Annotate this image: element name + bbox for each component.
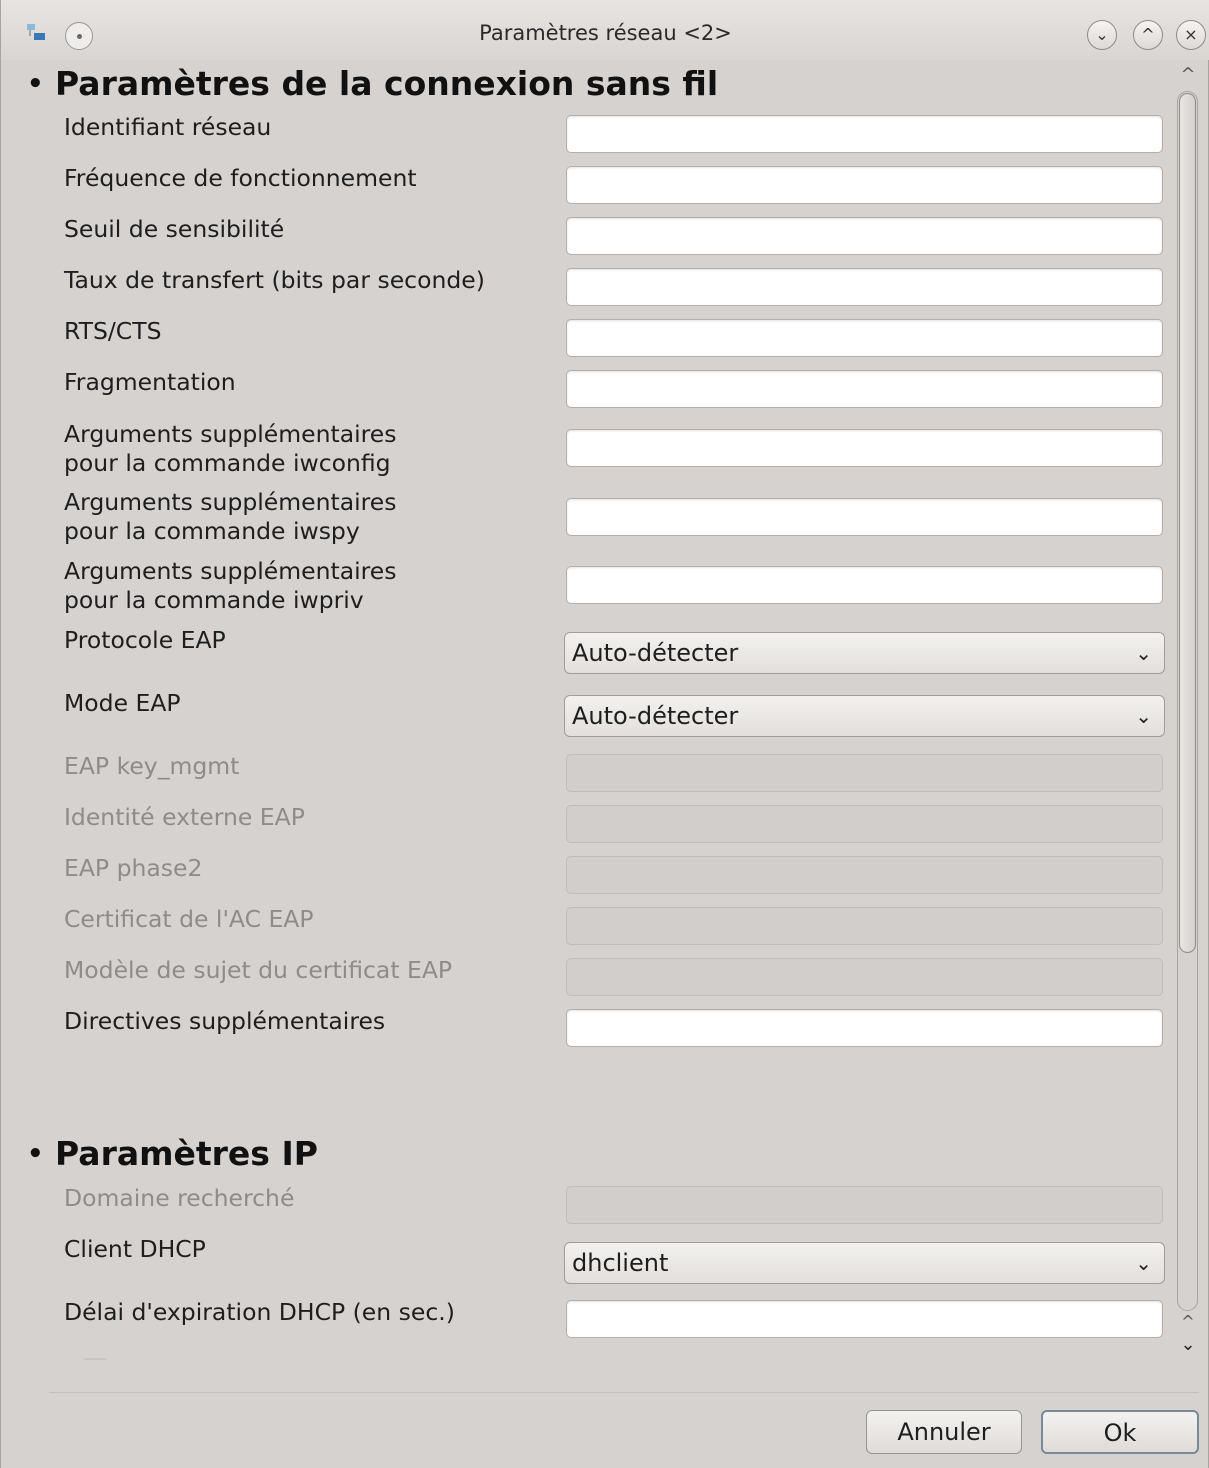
label-eap-key-mgmt: EAP key_mgmt xyxy=(64,752,240,780)
scroll-down-icon[interactable]: ⌄ xyxy=(1177,1334,1199,1356)
rts-cts-input[interactable] xyxy=(566,319,1163,357)
scroll-up-icon[interactable]: ^ xyxy=(1177,1312,1199,1332)
ok-button[interactable]: Ok xyxy=(1041,1410,1199,1454)
section-title-wireless: • Paramètres de la connexion sans fil xyxy=(27,64,718,103)
label-search-domain: Domaine recherché xyxy=(64,1184,295,1212)
network-id-input[interactable] xyxy=(566,115,1163,153)
iwconfig-args-input[interactable] xyxy=(566,429,1163,467)
label-dhcp-timeout: Délai d'expiration DHCP (en sec.) xyxy=(64,1298,455,1326)
label-eap-phase2: EAP phase2 xyxy=(64,854,203,882)
extra-directives-input[interactable] xyxy=(566,1009,1163,1047)
iwspy-args-input[interactable] xyxy=(566,498,1163,536)
bullet-icon: • xyxy=(27,1139,44,1169)
eap-ca-cert-input xyxy=(566,907,1163,945)
window-title: Paramètres réseau <2> xyxy=(479,21,732,45)
bitrate-input[interactable] xyxy=(566,268,1163,306)
sensitivity-input[interactable] xyxy=(566,217,1163,255)
eap-protocol-value: Auto-détecter xyxy=(572,639,739,667)
dhcp-client-select[interactable]: dhclient ⌄ xyxy=(564,1242,1165,1284)
minimize-button[interactable]: ⌄ xyxy=(1087,20,1117,50)
label-iwspy-args: Arguments supplémentaires pour la comman… xyxy=(64,488,397,545)
chevron-up-icon: ^ xyxy=(1141,25,1155,44)
chevron-down-icon: ⌄ xyxy=(1135,641,1152,665)
close-button[interactable]: × xyxy=(1176,20,1206,50)
label-dhcp-client: Client DHCP xyxy=(64,1235,206,1263)
search-domain-input xyxy=(566,1186,1163,1224)
fragmentation-input[interactable] xyxy=(566,370,1163,408)
close-icon: × xyxy=(1184,25,1198,44)
section-title-ip: • Paramètres IP xyxy=(27,1134,318,1173)
dhcp-client-value: dhclient xyxy=(572,1249,669,1277)
bullet-icon: • xyxy=(27,69,44,99)
maximize-button[interactable]: ^ xyxy=(1133,20,1163,50)
label-eap-outer-identity: Identité externe EAP xyxy=(64,803,305,831)
iwpriv-args-input[interactable] xyxy=(566,566,1163,604)
label-sensitivity: Seuil de sensibilité xyxy=(64,215,285,243)
network-settings-dialog: Paramètres réseau <2> ⌄ ^ × • Paramètres … xyxy=(0,0,1209,1468)
label-eap-subject-match: Modèle de sujet du certificat EAP xyxy=(64,956,453,984)
frequency-input[interactable] xyxy=(566,166,1163,204)
label-eap-protocol: Protocole EAP xyxy=(64,626,226,654)
label-fragmentation: Fragmentation xyxy=(64,368,236,396)
settings-scroll-area: • Paramètres de la connexion sans fil Ide… xyxy=(1,60,1171,1378)
title-bar[interactable]: Paramètres réseau <2> ⌄ ^ × xyxy=(1,0,1209,60)
label-eap-ca-cert: Certificat de l'AC EAP xyxy=(64,905,314,933)
eap-phase2-input xyxy=(566,856,1163,894)
partially-hidden-checkbox xyxy=(83,1358,107,1364)
label-extra-directives: Directives supplémentaires xyxy=(64,1007,386,1035)
label-eap-mode: Mode EAP xyxy=(64,689,181,717)
eap-mode-value: Auto-détecter xyxy=(572,702,739,730)
chevron-down-icon: ⌄ xyxy=(1095,25,1109,44)
scroll-up-icon[interactable]: ^ xyxy=(1177,64,1199,86)
eap-outer-identity-input xyxy=(566,805,1163,843)
eap-key-mgmt-input xyxy=(566,754,1163,792)
label-bitrate: Taux de transfert (bits par seconde) xyxy=(64,266,485,294)
label-rts-cts: RTS/CTS xyxy=(64,317,162,345)
section-title-text: Paramètres IP xyxy=(55,1134,318,1173)
cancel-button[interactable]: Annuler xyxy=(866,1410,1022,1454)
chevron-down-icon: ⌄ xyxy=(1135,704,1152,728)
scrollbar-thumb[interactable] xyxy=(1179,93,1196,953)
section-title-text: Paramètres de la connexion sans fil xyxy=(55,64,719,103)
label-iwconfig-args: Arguments supplémentaires pour la comman… xyxy=(64,420,397,477)
eap-protocol-select[interactable]: Auto-détecter ⌄ xyxy=(564,632,1165,674)
label-network-id: Identifiant réseau xyxy=(64,113,272,141)
label-frequency: Fréquence de fonctionnement xyxy=(64,164,417,192)
eap-mode-select[interactable]: Auto-détecter ⌄ xyxy=(564,695,1165,737)
dhcp-timeout-input[interactable] xyxy=(566,1300,1163,1338)
eap-subject-match-input xyxy=(566,958,1163,996)
button-separator xyxy=(49,1392,1199,1393)
label-iwpriv-args: Arguments supplémentaires pour la comman… xyxy=(64,557,397,614)
chevron-down-icon: ⌄ xyxy=(1135,1251,1152,1275)
